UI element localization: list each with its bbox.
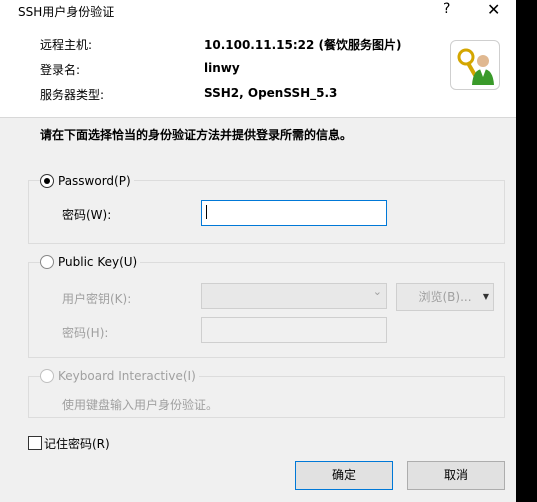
- passphrase-input[interactable]: [201, 317, 387, 343]
- chevron-down-icon: ⌄: [372, 285, 382, 298]
- ok-button[interactable]: 确定: [295, 461, 393, 490]
- publickey-radio-label: Public Key(U): [58, 255, 138, 269]
- password-field-label: 密码(W):: [62, 208, 112, 222]
- browse-button[interactable]: 浏览(B)... ▼: [396, 283, 494, 311]
- passphrase-label: 密码(H):: [62, 326, 109, 340]
- password-input[interactable]: [201, 200, 387, 226]
- keyboard-interactive-label: Keyboard Interactive(I): [58, 369, 196, 383]
- browse-button-label: 浏览(B)...: [418, 290, 472, 304]
- password-radio[interactable]: Password(P): [40, 174, 134, 188]
- remote-host-value: 10.100.11.15:22 (餐饮服务图片): [204, 38, 402, 52]
- server-type-label: 服务器类型:: [40, 88, 105, 102]
- server-type-value: SSH2, OpenSSH_5.3: [204, 86, 338, 100]
- text-cursor: [206, 205, 207, 219]
- user-key-label: 用户密钥(K):: [62, 292, 132, 306]
- remember-password-checkbox[interactable]: [28, 436, 42, 450]
- radio-selected-icon: [40, 174, 54, 188]
- login-value: linwy: [204, 61, 240, 75]
- radio-disabled-icon: [40, 369, 54, 383]
- close-button[interactable]: ✕: [487, 0, 500, 19]
- radio-unselected-icon: [40, 255, 54, 269]
- cancel-button[interactable]: 取消: [407, 461, 505, 490]
- ssh-auth-dialog: SSH用户身份验证 ? ✕ 远程主机: 10.100.11.15:22 (餐饮服…: [0, 0, 516, 502]
- title-bar: SSH用户身份验证 ? ✕: [0, 0, 516, 22]
- dropdown-arrow-icon: ▼: [482, 292, 489, 301]
- keyboard-interactive-description: 使用键盘输入用户身份验证。: [62, 398, 219, 412]
- remember-password-label: 记住密码(R): [44, 437, 110, 451]
- user-key-select[interactable]: ⌄: [201, 283, 387, 309]
- remote-host-label: 远程主机:: [40, 38, 93, 52]
- help-button[interactable]: ?: [443, 1, 450, 17]
- dialog-title: SSH用户身份验证: [18, 5, 115, 19]
- login-label: 登录名:: [40, 63, 81, 77]
- password-radio-label: Password(P): [58, 174, 131, 188]
- publickey-radio[interactable]: Public Key(U): [40, 255, 141, 269]
- keyboard-interactive-radio[interactable]: Keyboard Interactive(I): [40, 369, 199, 383]
- user-key-icon: [450, 40, 500, 90]
- instruction-text: 请在下面选择恰当的身份验证方法并提供登录所需的信息。: [40, 128, 353, 142]
- connection-info-header: 远程主机: 10.100.11.15:22 (餐饮服务图片) 登录名: linw…: [0, 22, 516, 118]
